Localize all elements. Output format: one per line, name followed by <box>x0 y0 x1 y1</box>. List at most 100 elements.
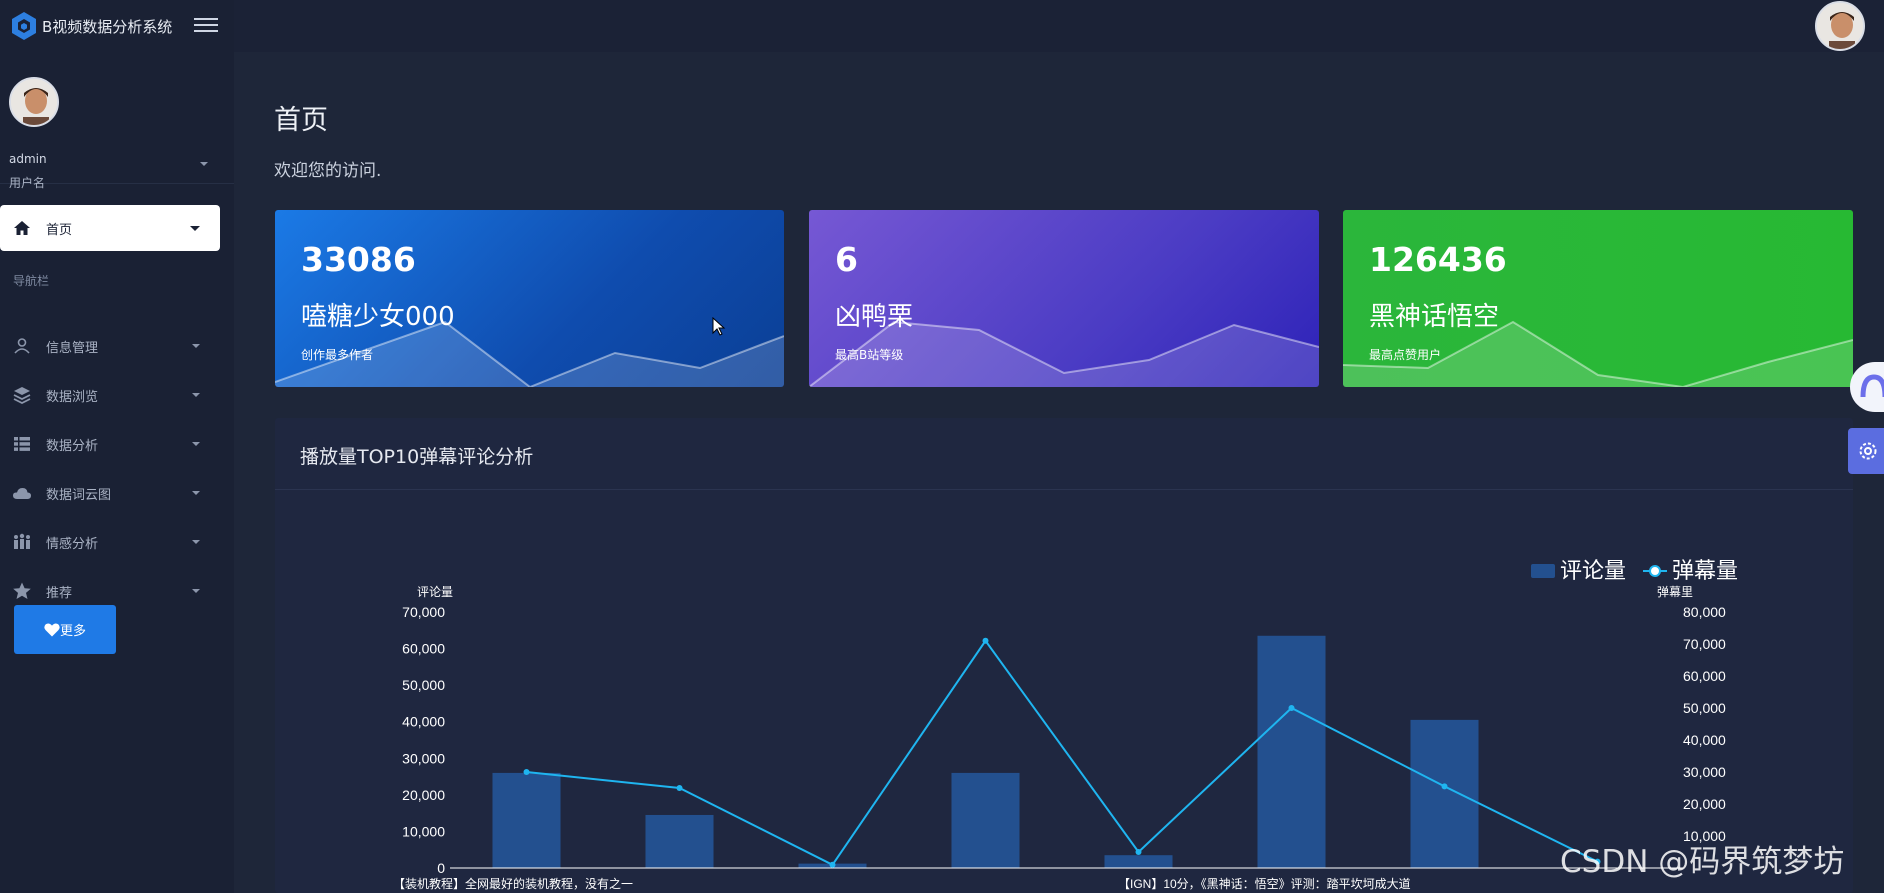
line-point <box>1288 705 1295 711</box>
y-right-tick-label: 80,000 <box>1683 604 1726 620</box>
star-icon <box>13 582 31 599</box>
sidebar-item-label: 首页 <box>46 222 73 238</box>
y-right-axis-label: 弹幕里 <box>1657 585 1693 599</box>
stat-name: 凶鸭栗 <box>835 302 914 332</box>
avatar <box>9 77 59 127</box>
sidebar-item-label: 情感分析 <box>46 536 99 552</box>
chevron-down-icon[interactable] <box>200 162 208 166</box>
settings-button[interactable] <box>1848 428 1884 474</box>
chevron-down-icon <box>192 589 200 593</box>
panel-header: 播放量TOP10弹幕评论分析 <box>275 418 1853 490</box>
layers-icon <box>13 387 31 405</box>
stat-card-author: 33086 嗑糖少女000 创作最多作者 <box>275 210 784 387</box>
sidebar-item-wordcloud[interactable]: 数据词云图 <box>0 473 220 513</box>
line-point <box>982 637 989 644</box>
y-left-tick-label: 10,000 <box>402 823 445 839</box>
stat-number: 6 <box>835 240 858 279</box>
chart-panel: 播放量TOP10弹幕评论分析 0 10,000 20,000 30,000 40,000… <box>275 418 1853 893</box>
line-point <box>829 861 836 868</box>
sidebar-item-sentiment[interactable]: 情感分析 <box>0 522 220 562</box>
bar <box>492 772 561 868</box>
stat-name: 黑神话悟空 <box>1369 302 1500 332</box>
sidebar-item-data-browse[interactable]: 数据浏览 <box>0 375 220 415</box>
watermark: CSDN @码界筑梦坊 <box>1560 844 1845 880</box>
y-left-tick-label: 50,000 <box>402 677 445 693</box>
user-name: admin <box>9 152 47 166</box>
people-icon <box>14 533 30 549</box>
sidebar: admin 用户名 首页 导航栏 信息管理 数据浏览 数据分析 数据词云图 情感… <box>0 52 234 893</box>
user-panel[interactable]: admin 用户名 <box>0 74 234 190</box>
chevron-down-icon <box>192 344 200 348</box>
stat-description: 最高B站等级 <box>835 348 904 362</box>
table-icon <box>14 437 30 451</box>
bar <box>1104 855 1173 868</box>
x-tick-label: 【IGN】10分，《黑神话：悟空》评测：踏平坎坷成大道 <box>1118 876 1411 891</box>
y-left-tick-label: 20,000 <box>402 787 445 803</box>
y-left-axis-label: 评论量 <box>417 585 453 599</box>
assistant-float-button[interactable] <box>1850 362 1884 412</box>
app-title: B视频数据分析系统 <box>42 17 173 36</box>
y-right-tick-label: 20,000 <box>1683 796 1726 812</box>
user-role: 用户名 <box>9 176 46 190</box>
line-point <box>1135 849 1142 855</box>
more-button[interactable]: 更多 <box>14 605 116 654</box>
legend-swatch-bar <box>1531 564 1555 578</box>
line-point <box>676 785 683 791</box>
stat-description: 最高点赞用户 <box>1369 348 1442 362</box>
sidebar-item-label: 数据词云图 <box>46 487 112 503</box>
home-icon <box>14 221 30 235</box>
y-left-tick-label: 30,000 <box>402 750 445 766</box>
bar <box>951 772 1020 868</box>
sidebar-item-label: 推荐 <box>46 585 73 601</box>
stat-description: 创作最多作者 <box>301 348 374 362</box>
x-tick-label: 【装机教程】全网最好的装机教程，没有之一 <box>393 876 633 891</box>
cloud-icon <box>13 488 31 499</box>
stat-name: 嗑糖少女000 <box>301 302 455 332</box>
menu-toggle-icon[interactable] <box>194 14 218 36</box>
page-title: 首页 <box>274 105 328 136</box>
legend-label: 评论量 <box>1560 558 1626 583</box>
bar <box>1410 719 1479 868</box>
chevron-down-icon <box>192 393 200 397</box>
sidebar-item-label: 数据分析 <box>46 438 99 454</box>
user-icon <box>14 338 30 354</box>
y-left-tick-label: 0 <box>437 860 445 876</box>
logo-icon <box>12 12 36 40</box>
legend-swatch-dot <box>1649 565 1661 577</box>
y-right-tick-label: 50,000 <box>1683 700 1726 716</box>
assistant-icon <box>1860 374 1884 398</box>
chevron-down-icon <box>190 226 200 231</box>
chevron-down-icon <box>192 540 200 544</box>
top-avatar[interactable] <box>1815 1 1865 51</box>
y-left-tick-label: 60,000 <box>402 641 445 657</box>
mouse-cursor-icon <box>712 317 726 336</box>
sidebar-item-info-management[interactable]: 信息管理 <box>0 326 220 366</box>
y-right-tick-label: 70,000 <box>1683 636 1726 652</box>
more-button-label: 更多 <box>59 624 86 639</box>
stat-card-level: 6 凶鸭栗 最高B站等级 <box>809 210 1319 387</box>
stat-number: 33086 <box>301 240 416 279</box>
line-point <box>1441 783 1448 790</box>
sidebar-item-home[interactable]: 首页 <box>0 205 220 251</box>
y-left-tick-label: 70,000 <box>402 604 445 620</box>
bar <box>1257 635 1326 868</box>
sidebar-item-label: 信息管理 <box>46 340 99 356</box>
sidebar-item-data-analysis[interactable]: 数据分析 <box>0 424 220 464</box>
chevron-down-icon <box>192 491 200 495</box>
panel-title: 播放量TOP10弹幕评论分析 <box>300 446 534 468</box>
y-right-tick-label: 40,000 <box>1683 732 1726 748</box>
stat-card-likes: 126436 黑神话悟空 最高点赞用户 <box>1343 210 1853 387</box>
y-right-tick-label: 60,000 <box>1683 668 1726 684</box>
y-right-tick-label: 30,000 <box>1683 764 1726 780</box>
page-subtitle: 欢迎您的访问. <box>274 161 382 181</box>
bar <box>645 814 714 868</box>
gear-icon <box>1859 442 1877 460</box>
top-bar: B视频数据分析系统 <box>0 0 1884 52</box>
nav-header: 导航栏 <box>13 274 50 288</box>
line-point <box>523 769 530 775</box>
legend-label: 弹幕量 <box>1672 558 1738 583</box>
chevron-down-icon <box>192 442 200 446</box>
y-left-tick-label: 40,000 <box>402 714 445 730</box>
heart-icon <box>44 622 60 636</box>
sidebar-item-label: 数据浏览 <box>46 389 99 405</box>
